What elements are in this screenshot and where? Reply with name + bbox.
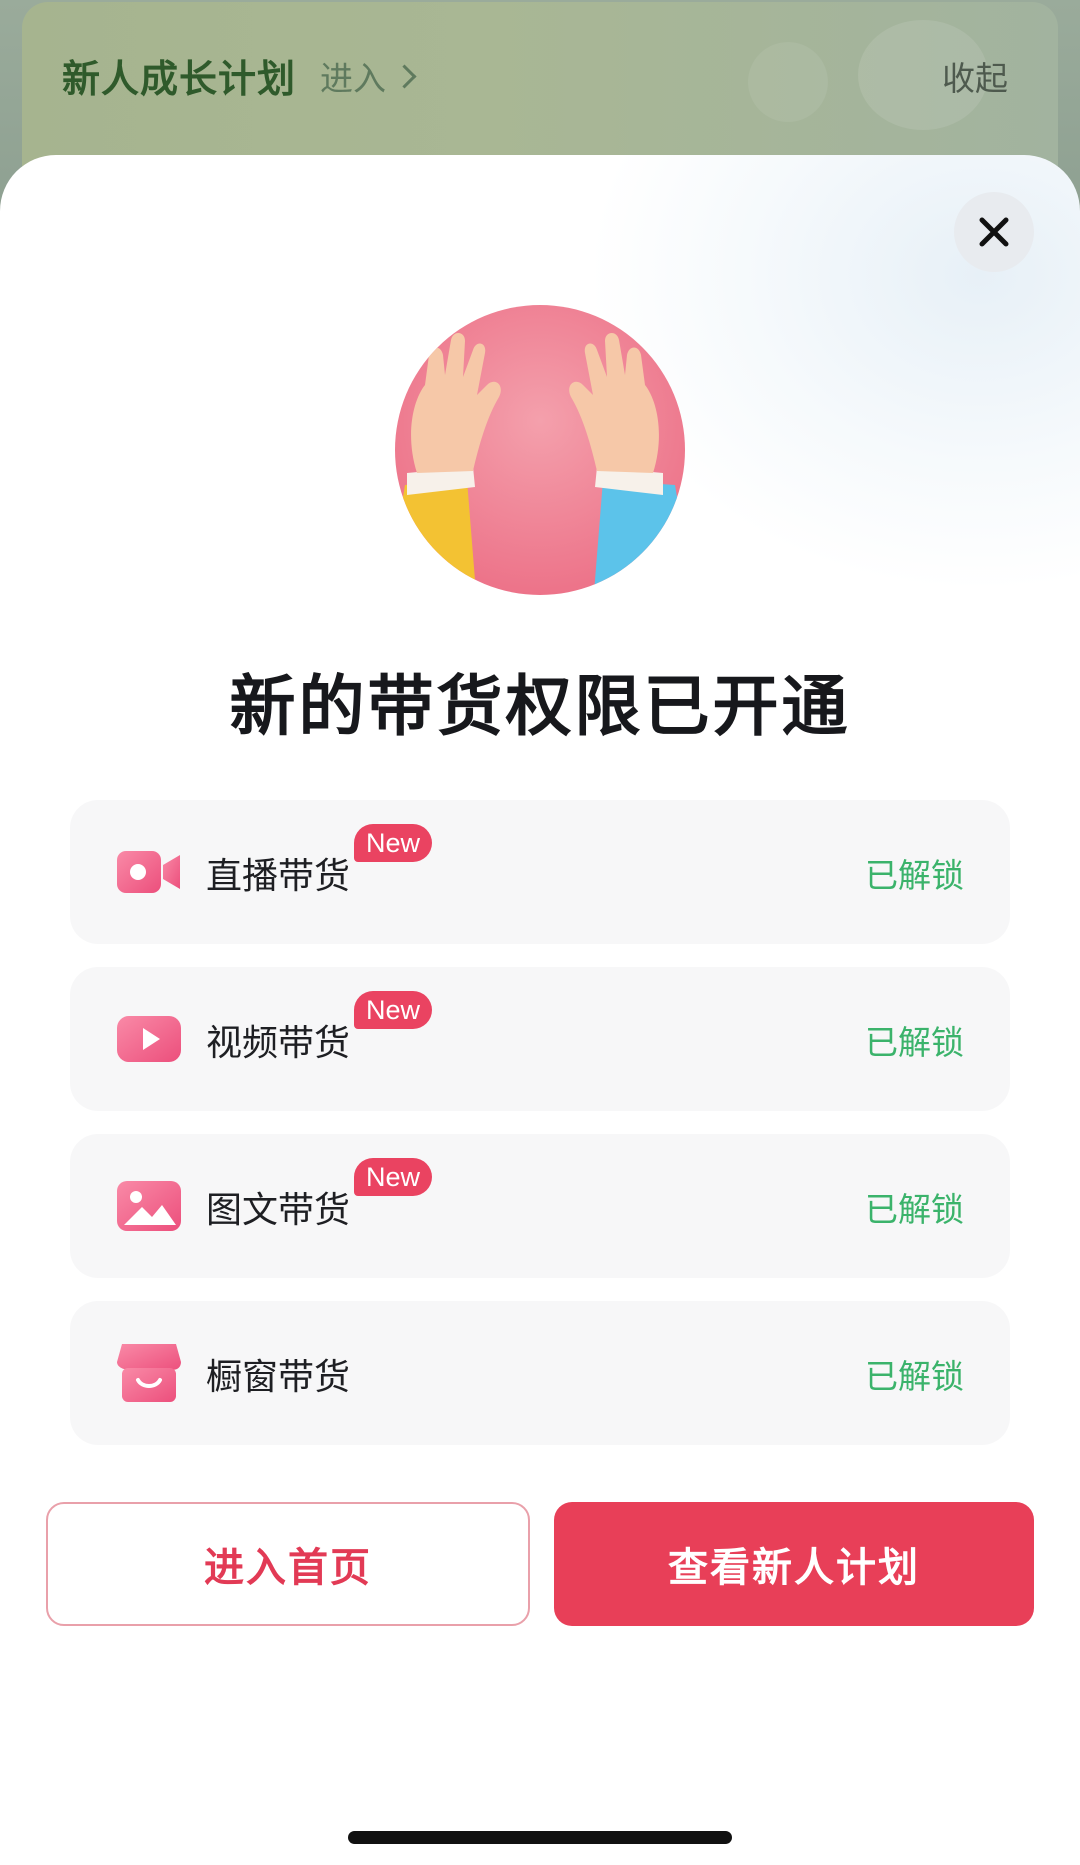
permission-item-live: 直播带货 New 已解锁 [70,800,1010,944]
permission-label: 图文带货 [206,1190,351,1231]
unlocked-status: 已解锁 [865,856,964,895]
permission-label: 直播带货 [206,856,351,897]
storefront-icon [117,1344,181,1402]
permission-item-showcase: 橱窗带货 已解锁 [70,1301,1010,1445]
permission-unlocked-sheet: 新的带货权限已开通 直播带货 New 已解锁 视频带货 New 已解锁 图文带货… [0,155,1080,1865]
sheet-title: 新的带货权限已开通 [229,668,851,745]
permission-list: 直播带货 New 已解锁 视频带货 New 已解锁 图文带货 New 已解锁 橱… [70,800,1010,1468]
raised-hands-illustration [395,305,685,595]
close-button[interactable] [954,192,1034,272]
collapse-button[interactable]: 收起 [942,52,1008,100]
close-icon [979,217,1009,247]
growth-plan-title: 新人成长计划 [62,57,297,101]
permission-item-video: 视频带货 New 已解锁 [70,967,1010,1111]
video-camera-icon [117,851,180,893]
image-icon [117,1181,181,1231]
view-newbie-plan-button[interactable]: 查看新人计划 [554,1502,1034,1626]
home-indicator[interactable] [348,1831,732,1844]
new-badge: New [354,1158,433,1196]
enter-label: 进入 [320,59,386,98]
permission-label: 视频带货 [206,1023,351,1064]
permission-label: 橱窗带货 [206,1357,351,1398]
permission-item-image-text: 图文带货 New 已解锁 [70,1134,1010,1278]
unlocked-status: 已解锁 [865,1190,964,1229]
new-badge: New [354,991,433,1029]
chevron-right-icon [392,63,417,89]
new-badge: New [354,824,433,862]
unlocked-status: 已解锁 [865,1357,964,1396]
growth-plan-enter-link[interactable]: 进入 [320,52,417,100]
play-video-icon [117,1016,181,1062]
enter-homepage-button[interactable]: 进入首页 [46,1502,530,1626]
unlocked-status: 已解锁 [865,1023,964,1062]
decor-blob [748,42,828,122]
